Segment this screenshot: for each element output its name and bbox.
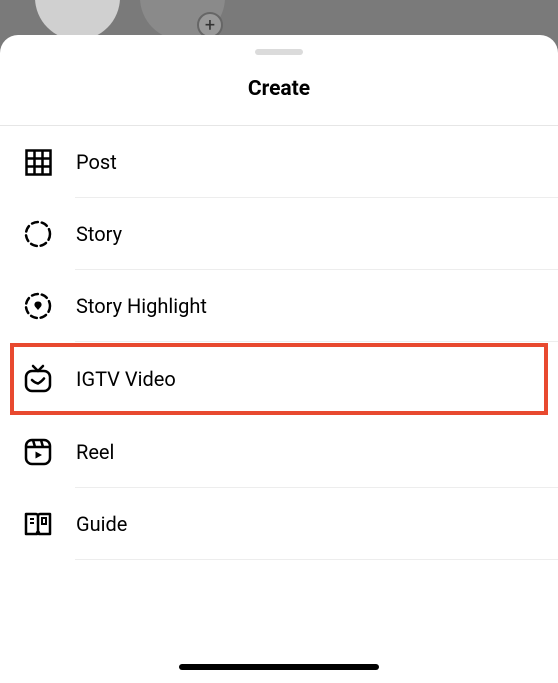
igtv-icon xyxy=(23,364,53,394)
guide-icon xyxy=(23,509,53,539)
divider xyxy=(75,559,558,560)
menu-item-label: Reel xyxy=(76,440,114,464)
home-indicator[interactable] xyxy=(179,664,379,670)
menu-item-label: Guide xyxy=(76,512,127,536)
menu-item-label: Story Highlight xyxy=(76,294,207,318)
menu-item-igtv-video[interactable]: IGTV Video xyxy=(10,343,548,415)
story-avatar: + xyxy=(140,0,225,40)
divider xyxy=(75,341,558,342)
menu-item-post[interactable]: Post xyxy=(0,126,558,198)
menu-item-story-highlight[interactable]: Story Highlight xyxy=(0,270,558,342)
sheet-title: Create xyxy=(0,77,558,101)
grid-icon xyxy=(23,147,53,177)
menu-item-story[interactable]: Story xyxy=(0,198,558,270)
story-avatar xyxy=(35,0,120,40)
menu-item-guide[interactable]: Guide xyxy=(0,488,558,560)
create-menu-list: Post Story Story Highlight xyxy=(0,126,558,560)
story-circle-icon xyxy=(23,219,53,249)
create-sheet: Create Post Story xyxy=(0,35,558,683)
menu-item-reel[interactable]: Reel xyxy=(0,416,558,488)
menu-item-label: Post xyxy=(76,150,117,174)
menu-item-label: IGTV Video xyxy=(76,367,176,391)
story-highlight-icon xyxy=(23,291,53,321)
menu-item-label: Story xyxy=(76,222,122,246)
stories-background: + xyxy=(0,0,558,40)
reel-icon xyxy=(23,437,53,467)
sheet-grabber[interactable] xyxy=(255,49,303,55)
